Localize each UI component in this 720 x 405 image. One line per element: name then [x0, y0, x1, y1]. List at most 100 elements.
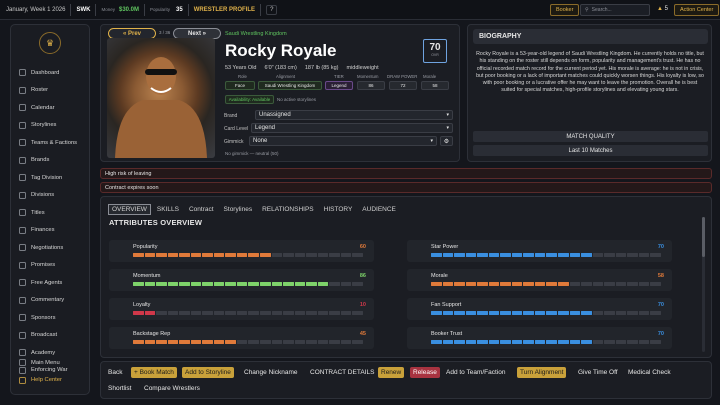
tab-skills[interactable]: SKILLS — [153, 204, 183, 215]
action-bar: Back + Book Match Add to Storyline Chang… — [100, 361, 712, 399]
last-matches-button[interactable]: Last 10 Matches — [473, 145, 708, 156]
sidebar-item-titles[interactable]: Titles — [11, 204, 89, 222]
scrollbar[interactable] — [702, 217, 705, 352]
book-match-button[interactable]: + Book Match — [131, 367, 177, 378]
sidebar-item-divisions[interactable]: Divisions — [11, 187, 89, 205]
bar-segment — [500, 282, 511, 286]
gimmick-settings-button[interactable]: ⚙ — [440, 136, 453, 146]
attribute-bar — [133, 282, 363, 286]
free-agents-icon — [19, 279, 26, 287]
bar-segment — [213, 253, 225, 257]
divider — [144, 3, 146, 16]
add-storyline-button[interactable]: Add to Storyline — [182, 367, 234, 378]
wrestler-portrait-icon — [115, 57, 207, 158]
sidebar-item-teams-factions[interactable]: Teams & Factions — [11, 134, 89, 152]
contract-details-button[interactable]: CONTRACT DETAILS — [307, 367, 377, 378]
turn-alignment-button[interactable]: Turn Alignment — [517, 367, 567, 378]
tab-relationships[interactable]: RELATIONSHIPS — [258, 204, 318, 215]
sidebar-item-negotiations[interactable]: Negotiations — [11, 239, 89, 257]
bar-segment — [638, 282, 650, 286]
scrollbar-thumb[interactable] — [702, 217, 705, 257]
bar-segment — [511, 340, 523, 344]
bar-segment — [592, 311, 604, 315]
bar-segment — [271, 311, 283, 315]
sidebar-item-tag-division[interactable]: Tag Division — [11, 169, 89, 187]
change-nickname-button[interactable]: Change Nickname — [241, 367, 300, 378]
sidebar-item-storylines[interactable]: Storylines — [11, 117, 89, 135]
help-button[interactable]: ? — [266, 4, 278, 15]
bar-segment — [569, 253, 581, 257]
medical-check-button[interactable]: Medical Check — [625, 367, 674, 378]
bar-segment — [534, 340, 546, 344]
bar-segment — [650, 253, 661, 257]
main-menu-button[interactable]: Main Menu — [11, 354, 89, 372]
bar-segment — [156, 282, 167, 286]
tab-audience[interactable]: AUDIENCE — [358, 204, 400, 215]
match-quality-button[interactable]: MATCH QUALITY — [473, 131, 708, 142]
attribute-name: Star Power — [431, 244, 459, 250]
bar-segment — [190, 340, 202, 344]
divisions-icon — [19, 191, 26, 199]
shortlist-button[interactable]: Shortlist — [105, 383, 134, 394]
add-team-button[interactable]: Add to Team/Faction — [443, 367, 509, 378]
sidebar-item-label: Titles — [31, 209, 45, 216]
sidebar-item-label: Divisions — [31, 192, 55, 199]
sidebar-item-brands[interactable]: Brands — [11, 152, 89, 170]
release-button[interactable]: Release — [410, 367, 440, 378]
bar-segment — [488, 253, 500, 257]
compare-wrestlers-button[interactable]: Compare Wrestlers — [141, 383, 203, 394]
bar-segment — [283, 282, 294, 286]
momentum-label: Momentum — [357, 74, 379, 79]
sidebar-item-label: Brands — [31, 157, 50, 164]
morale-chip: 58 — [421, 81, 449, 90]
sidebar-item-sponsors[interactable]: Sponsors — [11, 309, 89, 327]
back-button[interactable]: Back — [105, 367, 125, 378]
bar-segment — [534, 253, 546, 257]
sidebar-item-commentary[interactable]: Commentary — [11, 292, 89, 310]
search-input[interactable]: ⚲ Search... — [580, 4, 650, 16]
bar-segment — [500, 253, 511, 257]
biography-panel: BIOGRAPHY Rocky Royale is a 53-year-old … — [467, 24, 712, 162]
broadcast-icon — [19, 331, 26, 339]
sidebar-item-free-agents[interactable]: Free Agents — [11, 274, 89, 292]
tab-contract[interactable]: Contract — [185, 204, 218, 215]
sidebar-item-dashboard[interactable]: Dashboard — [11, 64, 89, 82]
popularity-value: 35 — [176, 6, 183, 13]
bar-segment — [156, 311, 167, 315]
card-level-select[interactable]: Legend ▾ — [251, 123, 453, 133]
momentum-chip: 86 — [357, 81, 385, 90]
gimmick-select[interactable]: None ▾ — [249, 136, 437, 146]
bar-segment — [144, 282, 156, 286]
notifications[interactable]: ▲ 5 — [657, 6, 668, 12]
booker-button[interactable]: Booker — [550, 4, 580, 16]
chevron-down-icon: ▾ — [430, 138, 433, 144]
give-time-off-button[interactable]: Give Time Off — [575, 367, 621, 378]
sidebar-item-broadcast[interactable]: Broadcast — [11, 327, 89, 345]
sidebar-item-roster[interactable]: Roster — [11, 82, 89, 100]
ovr-badge: 70 OVR — [423, 39, 447, 63]
action-center-button[interactable]: Action Center — [674, 4, 720, 16]
bar-segment — [454, 340, 465, 344]
sidebar: ♛ Dashboard Roster Calendar Storylines Teams… — [10, 24, 90, 395]
tab-storylines[interactable]: Storylines — [220, 204, 257, 215]
bar-segment — [283, 253, 294, 257]
bar-segment — [604, 253, 615, 257]
bar-segment — [167, 253, 179, 257]
attribute-booker-trust: Booker Trust 70 — [407, 327, 672, 349]
brand-select[interactable]: Unassigned ▾ — [255, 110, 453, 120]
bar-segment — [179, 253, 190, 257]
sidebar-item-promises[interactable]: Promises — [11, 257, 89, 275]
bar-segment — [592, 340, 604, 344]
bar-segment — [236, 340, 248, 344]
bar-segment — [225, 282, 236, 286]
renew-button[interactable]: Renew — [378, 367, 405, 378]
sidebar-item-finances[interactable]: Finances — [11, 222, 89, 240]
bar-segment — [638, 253, 650, 257]
tab-overview[interactable]: OVERVIEW — [108, 204, 151, 215]
tab-history[interactable]: HISTORY — [320, 204, 357, 215]
sidebar-item-calendar[interactable]: Calendar — [11, 99, 89, 117]
physical-stats: 53 Years Old 6'0" (183 cm) 187 lb (85 kg) m… — [225, 65, 379, 71]
storylines-status: No active storylines — [277, 97, 317, 102]
attribute-value: 10 — [359, 302, 366, 308]
help-center-button[interactable]: Help Center — [11, 372, 89, 390]
